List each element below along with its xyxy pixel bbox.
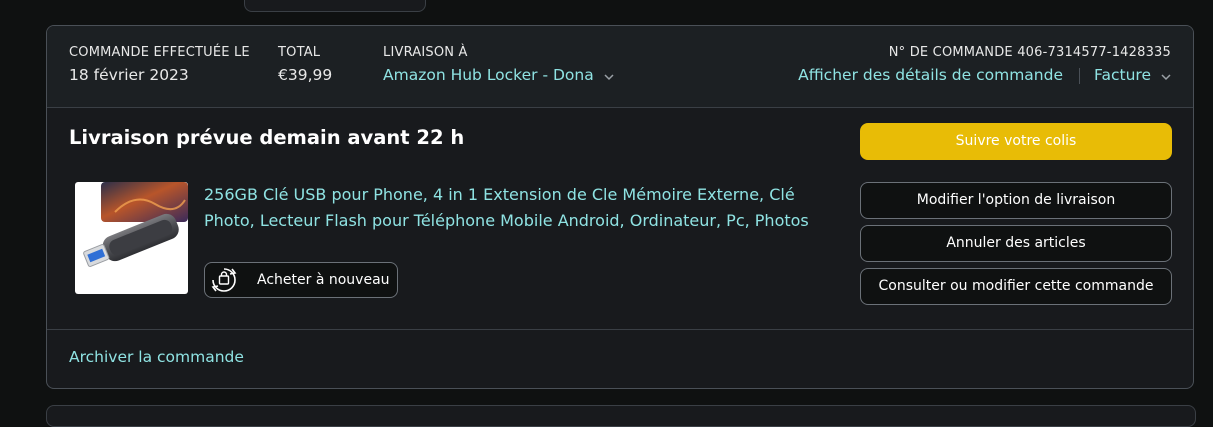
buy-again-button[interactable]: Acheter à nouveau [204,262,398,298]
buy-again-label: Acheter à nouveau [257,272,390,288]
chevron-down-icon [1161,67,1171,85]
delivery-status-title: Livraison prévue demain avant 22 h [69,126,465,149]
product-image[interactable] [75,182,188,294]
order-number-block: N° DE COMMANDE 406-7314577-1428335 Affic… [798,45,1171,85]
order-date-label: COMMANDE EFFECTUÉE LE [69,45,250,60]
cancel-items-button[interactable]: Annuler des articles [860,225,1172,262]
order-date-block: COMMANDE EFFECTUÉE LE 18 février 2023 [69,45,250,84]
ship-to-block: LIVRAISON À Amazon Hub Locker - Dona [383,45,614,85]
order-number-line: N° DE COMMANDE 406-7314577-1428335 [798,45,1171,60]
invoice-dropdown[interactable]: Facture [1094,66,1171,84]
product-title-link[interactable]: 256GB Clé USB pour Phone, 4 in 1 Extensi… [204,182,844,234]
archive-order-link[interactable]: Archiver la commande [69,348,244,366]
chevron-down-icon [604,67,614,85]
next-card-edge [46,405,1196,427]
rebuy-cycle-icon [207,263,241,297]
order-details-link[interactable]: Afficher des détails de commande [798,66,1063,84]
modify-delivery-button[interactable]: Modifier l'option de livraison [860,182,1172,219]
order-total-block: TOTAL €39,99 [278,45,332,84]
ship-to-value[interactable]: Amazon Hub Locker - Dona [383,66,594,84]
order-total-value: €39,99 [278,66,333,84]
order-date-value: 18 février 2023 [69,66,189,84]
order-total-label: TOTAL [278,45,321,60]
order-number-value: 406-7314577-1428335 [1017,45,1171,60]
order-header: COMMANDE EFFECTUÉE LE 18 février 2023 TO… [47,26,1193,108]
ship-to-dropdown[interactable]: Amazon Hub Locker - Dona [383,66,614,85]
track-package-button[interactable]: Suivre votre colis [860,123,1172,160]
link-divider [1079,67,1081,84]
order-card: COMMANDE EFFECTUÉE LE 18 février 2023 TO… [46,25,1194,389]
ship-to-label: LIVRAISON À [383,45,468,60]
view-edit-order-button[interactable]: Consulter ou modifier cette commande [860,268,1172,305]
invoice-link[interactable]: Facture [1094,66,1151,84]
card-divider [47,329,1193,330]
order-number-label: N° DE COMMANDE [888,45,1013,60]
previous-card-edge [244,0,426,12]
order-links: Afficher des détails de commande Facture [798,66,1171,85]
